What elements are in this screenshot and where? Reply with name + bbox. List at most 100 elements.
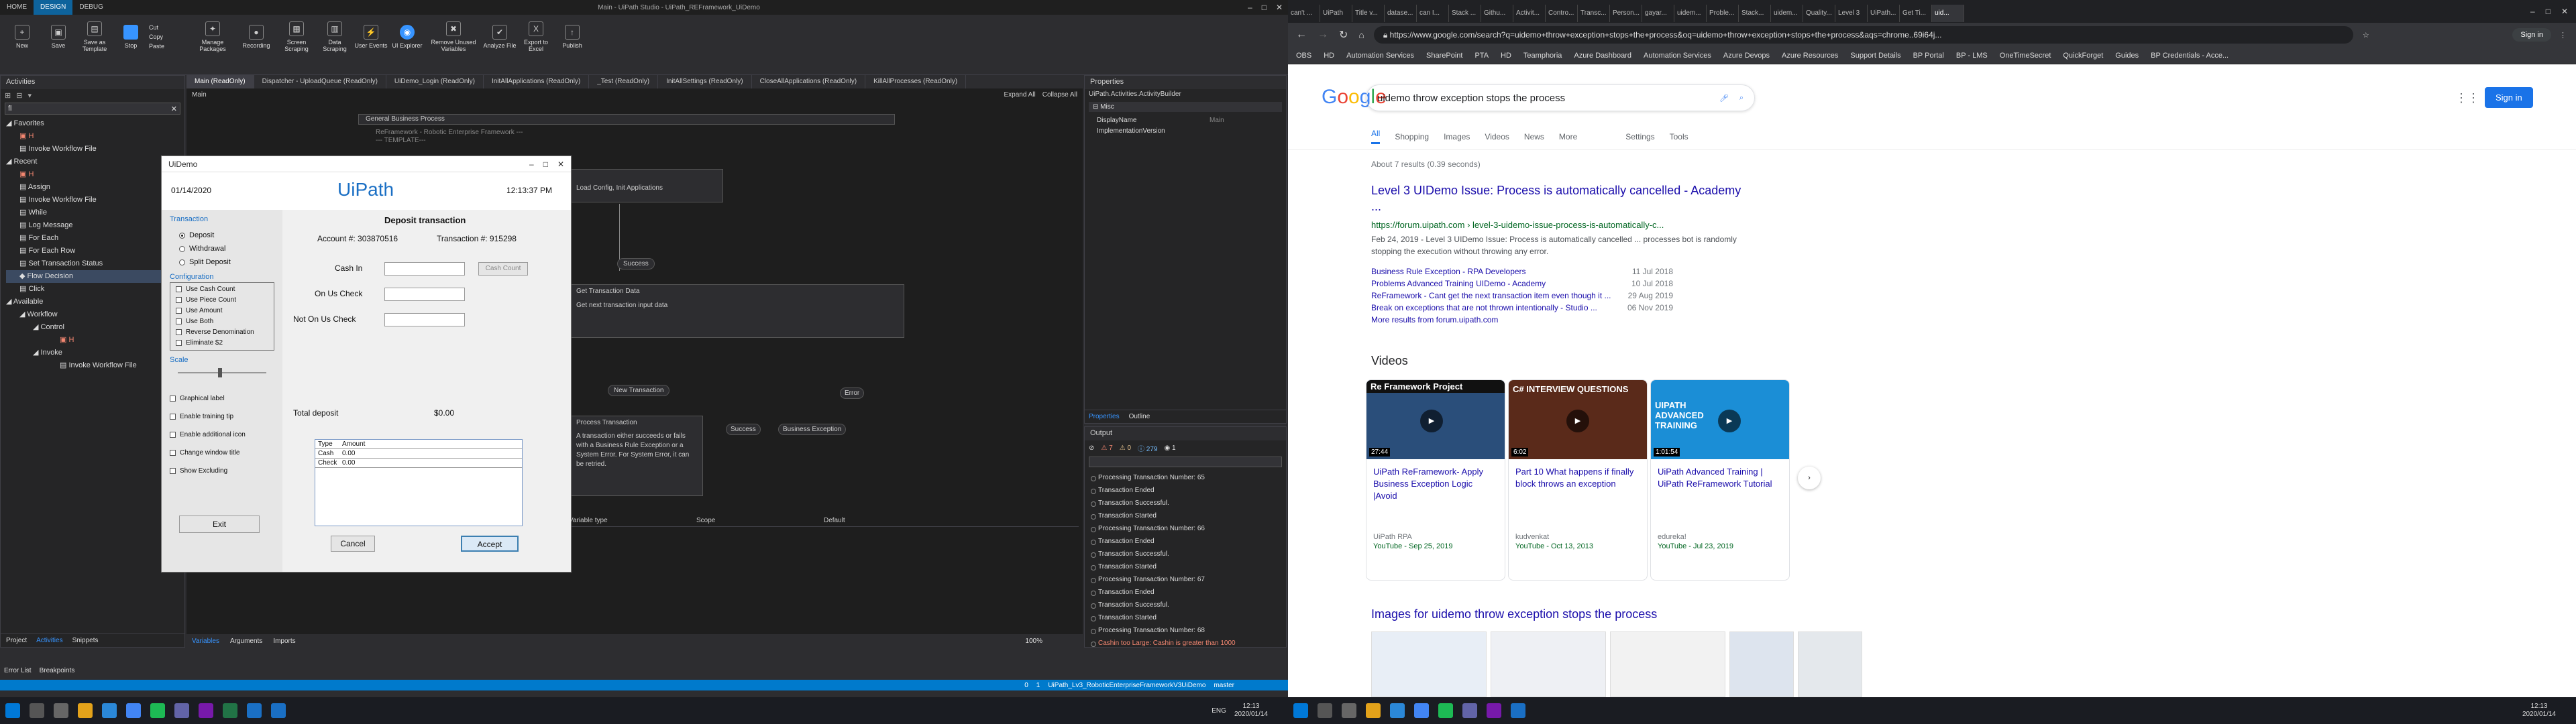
output-search-input[interactable] — [1089, 457, 1282, 467]
doc-tab[interactable]: _Test (ReadOnly) — [589, 75, 659, 88]
back-icon[interactable]: ← — [1296, 29, 1307, 41]
list-item[interactable]: ▤ Assign — [6, 181, 184, 194]
doc-tab[interactable]: InitAllApplications (ReadOnly) — [484, 75, 590, 88]
remove-unused-variables-button[interactable]: ✖ Remove Unused Variables — [425, 21, 482, 52]
video-card[interactable]: Re Framework Project ▶ 27:44 UiPath ReFr… — [1366, 379, 1505, 581]
recording-button[interactable]: ● Recording — [236, 25, 276, 49]
task-view-icon[interactable] — [54, 703, 68, 718]
start-icon[interactable] — [5, 703, 20, 718]
browser-tab[interactable]: Level 3 — [1835, 5, 1868, 22]
minimize-icon[interactable]: – — [2530, 7, 2535, 16]
start-icon[interactable] — [1293, 703, 1308, 718]
bookmark[interactable]: SharePoint — [1426, 52, 1462, 60]
browser-tab[interactable]: can I... — [1417, 5, 1449, 22]
deposit-radio[interactable]: Deposit — [179, 229, 265, 242]
get-transaction-data-state[interactable]: Get Transaction Data Get next transactio… — [569, 284, 904, 338]
use-piece-count-checkbox[interactable]: Use Piece Count — [176, 295, 268, 306]
star-icon[interactable]: ☆ — [2363, 31, 2369, 40]
tab-error-list[interactable]: Error List — [4, 667, 32, 674]
split-deposit-radio[interactable]: Split Deposit — [179, 255, 265, 269]
file-explorer-icon[interactable] — [1366, 703, 1381, 718]
tree-node[interactable]: ◢ Workflow — [6, 308, 184, 321]
bookmark[interactable]: BP Credentials - Acce... — [2151, 52, 2229, 60]
outlook-icon[interactable] — [102, 703, 117, 718]
bookmark[interactable]: Automation Services — [1346, 52, 1414, 60]
property-row[interactable]: DisplayName Main — [1089, 115, 1282, 125]
property-row[interactable]: ImplementationVersion — [1089, 125, 1282, 136]
image-thumbnail[interactable] — [1729, 631, 1794, 697]
use-cash-count-checkbox[interactable]: Use Cash Count — [176, 284, 268, 295]
list-item[interactable]: ▤ Log Message — [6, 219, 184, 232]
browser-tab[interactable]: Githu... — [1481, 5, 1513, 22]
list-item[interactable]: ▤ Invoke Workflow File — [6, 194, 184, 206]
tools-link[interactable]: Tools — [1670, 132, 1688, 141]
favorites-node[interactable]: ◢ Favorites — [6, 117, 184, 130]
cash-count-button[interactable]: Cash Count — [478, 262, 528, 276]
close-icon[interactable]: ✕ — [1276, 3, 1283, 12]
init-state[interactable]: Load Config, Init Applications — [569, 169, 723, 202]
bookmark[interactable]: HD — [1324, 52, 1334, 60]
tab-all[interactable]: All — [1371, 129, 1381, 144]
save-as-template-button[interactable]: ▤ Save as Template — [76, 21, 113, 52]
apps-grid-icon[interactable]: ⋮⋮ — [2455, 91, 2479, 105]
manage-packages-button[interactable]: ✦ Manage Packages — [189, 21, 236, 52]
browser-tab[interactable]: Person... — [1610, 5, 1642, 22]
reverse-denomination-checkbox[interactable]: Reverse Denomination — [176, 327, 268, 338]
browser-tab[interactable]: datase... — [1385, 5, 1417, 22]
result-url[interactable]: https://forum.uipath.com › level-3-uidem… — [1371, 220, 1664, 230]
error-count[interactable]: ⚠ 7 — [1101, 444, 1112, 452]
slider-thumb[interactable] — [218, 368, 222, 377]
eliminate-2-checkbox[interactable]: Eliminate $2 — [176, 338, 268, 349]
browser-tab[interactable]: Stack ... — [1449, 5, 1481, 22]
filter-icon[interactable]: ▾ — [28, 91, 32, 100]
google-sign-in-button[interactable]: Sign in — [2485, 87, 2533, 108]
image-thumbnail[interactable] — [1610, 631, 1725, 697]
chrome-icon[interactable] — [1414, 703, 1429, 718]
bookmark[interactable]: Support Details — [1850, 52, 1900, 60]
error-transition[interactable]: Error — [840, 387, 865, 399]
tab-variables[interactable]: Variables — [192, 638, 219, 645]
status-project[interactable]: UiPath_Lv3_RoboticEnterpriseFrameworkV3U… — [1048, 682, 1205, 689]
expand-icon[interactable]: ⊞ — [5, 91, 11, 100]
search-icon[interactable]: ⌕ — [1739, 94, 1743, 103]
browser-tab[interactable]: Proble... — [1707, 5, 1739, 22]
google-search-input[interactable]: uidemo throw exception stops the process… — [1366, 84, 1755, 111]
tab-arguments[interactable]: Arguments — [230, 638, 262, 645]
images-header[interactable]: Images for uidemo throw exception stops … — [1371, 607, 1657, 621]
tab-project[interactable]: Project — [6, 637, 27, 644]
tab-breakpoints[interactable]: Breakpoints — [40, 667, 75, 674]
use-both-checkbox[interactable]: Use Both — [176, 316, 268, 327]
tab-shopping[interactable]: Shopping — [1395, 132, 1429, 141]
bookmark[interactable]: OBS — [1296, 52, 1311, 60]
misc-group[interactable]: ⊟ Misc — [1089, 102, 1282, 112]
task-view-icon[interactable] — [1342, 703, 1356, 718]
clear-search-icon[interactable]: ✕ — [171, 105, 177, 113]
bookmark[interactable]: HD — [1501, 52, 1511, 60]
browser-tab[interactable]: UiPath... — [1868, 5, 1900, 22]
expand-all-link[interactable]: Expand All — [1004, 91, 1035, 99]
spotify-icon[interactable] — [150, 703, 165, 718]
settings-link[interactable]: Settings — [1625, 132, 1654, 141]
search-icon[interactable] — [1318, 703, 1332, 718]
tab-home[interactable]: HOME — [0, 0, 34, 15]
list-item[interactable]: ▣ H — [6, 168, 184, 181]
doc-tab[interactable]: Dispatcher - UploadQueue (ReadOnly) — [254, 75, 386, 88]
list-item[interactable]: ▤ Invoke Workflow File — [6, 359, 184, 372]
clock[interactable]: 12:13 2020/01/14 — [2522, 703, 2556, 719]
tab-activities[interactable]: Activities — [36, 637, 62, 644]
teams-icon[interactable] — [1462, 703, 1477, 718]
list-item[interactable]: ▣ H — [6, 130, 184, 143]
success-transition-2[interactable]: Success — [726, 424, 761, 435]
show-excluding-checkbox[interactable]: Show Excluding — [170, 462, 274, 480]
browser-tab-active[interactable]: uid... — [1932, 5, 1964, 22]
maximize-icon[interactable]: □ — [1262, 3, 1267, 12]
list-item[interactable]: ◆ Flow Decision — [6, 270, 184, 283]
carousel-next-icon[interactable]: › — [1798, 467, 1821, 489]
change-window-title-checkbox[interactable]: Change window title — [170, 444, 274, 462]
status-errors[interactable]: 0 — [1024, 682, 1028, 689]
enable-additional-icon-checkbox[interactable]: Enable additional icon — [170, 426, 274, 444]
cancel-button[interactable]: Cancel — [331, 536, 375, 552]
business-exception-transition[interactable]: Business Exception — [778, 424, 847, 435]
teams-icon[interactable] — [174, 703, 189, 718]
sitelink[interactable]: Business Rule Exception - RPA Developers… — [1371, 265, 1673, 278]
